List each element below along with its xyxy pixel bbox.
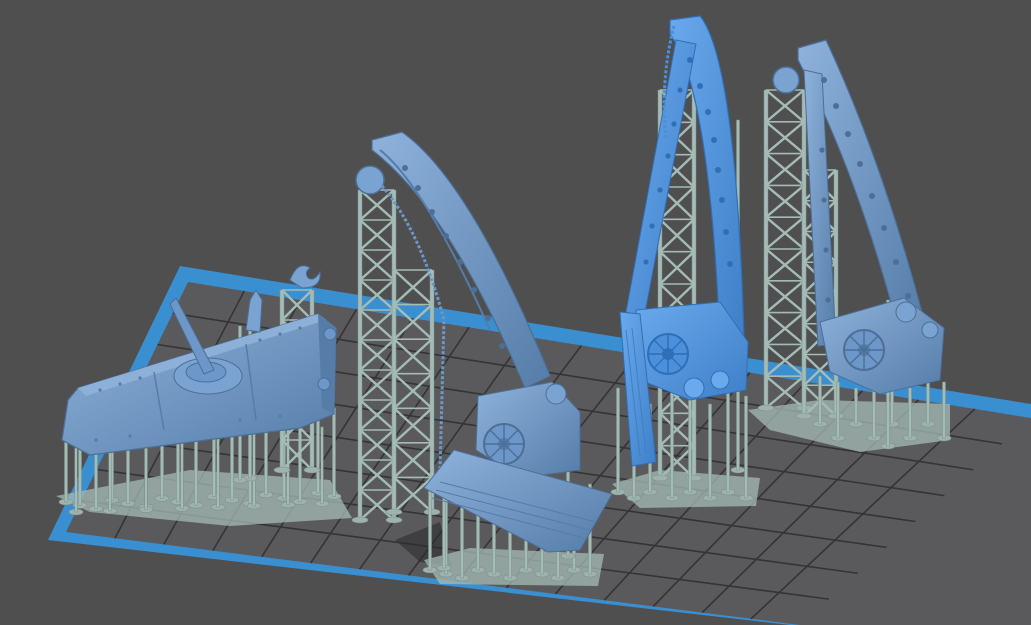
support-pillar [708, 403, 712, 499]
support-base [651, 474, 669, 482]
crane-pulley-right[interactable] [772, 66, 800, 94]
support-base [351, 516, 369, 524]
support-pillar [74, 447, 78, 513]
support-pillar [818, 375, 822, 425]
support-pillar [320, 426, 324, 504]
support-pillar [616, 387, 620, 493]
support-pillar [252, 432, 256, 507]
support-pillar [428, 483, 432, 571]
support-pillar [64, 439, 68, 503]
crane-pulley[interactable] [355, 165, 385, 195]
support-pillar [670, 387, 674, 499]
support-base [757, 404, 775, 412]
build-plate-scene[interactable] [0, 0, 1031, 625]
support-pillar [836, 381, 840, 439]
support-pillar [908, 387, 912, 439]
support-pillar [688, 395, 692, 493]
support-pillar [180, 438, 184, 509]
support-base [385, 516, 403, 524]
support-base [827, 412, 845, 420]
support-pillar [316, 409, 320, 494]
support-pillar [726, 387, 730, 493]
support-pillar [108, 444, 112, 512]
support-pillar [332, 407, 336, 497]
lattice-column [357, 189, 363, 521]
support-base [423, 508, 441, 516]
support-base [795, 412, 813, 420]
support-pillar [942, 381, 946, 439]
support-pillar [854, 387, 858, 425]
support-base [273, 466, 291, 474]
3d-viewport[interactable] [0, 0, 1031, 625]
support-base [385, 508, 403, 516]
support-pillar [144, 441, 148, 510]
support-base [303, 466, 321, 474]
support-pillar [216, 435, 220, 508]
support-pillar [744, 395, 748, 499]
